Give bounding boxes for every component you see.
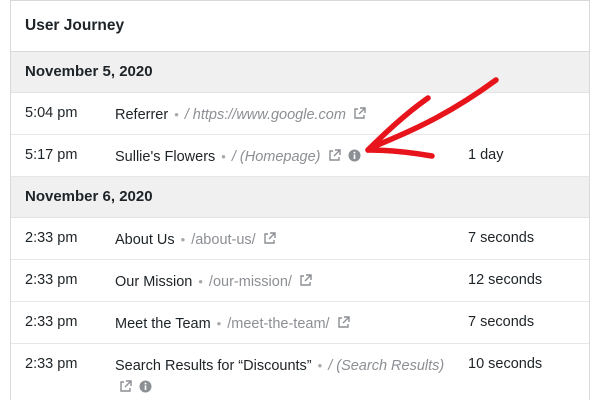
user-journey-card: User Journey November 5, 2020 5:04 pm Re…: [10, 0, 590, 400]
separator-dot: •: [221, 149, 226, 164]
page-url: / (Search Results): [328, 358, 445, 374]
external-link-icon[interactable]: [299, 274, 312, 287]
page-url: /meet-the-team/: [227, 316, 330, 332]
separator-dot: •: [174, 107, 179, 122]
visit-time: 2:33 pm: [25, 356, 78, 372]
page-url: / (Homepage): [231, 149, 321, 165]
date-header: November 5, 2020: [11, 52, 589, 93]
external-link-icon[interactable]: [328, 149, 341, 162]
info-icon[interactable]: [139, 380, 152, 393]
page-url: /our-mission/: [208, 274, 292, 290]
separator-dot: •: [180, 232, 186, 247]
time-on-page: 7 seconds: [468, 314, 535, 330]
visit-time: 2:33 pm: [25, 314, 78, 330]
external-link-icon[interactable]: [263, 232, 276, 245]
journey-row: 5:04 pm Referrer • / https://www.google.co…: [11, 93, 589, 135]
page-title: About Us: [115, 232, 175, 248]
separator-dot: •: [317, 358, 323, 373]
time-on-page: 10 seconds: [468, 356, 543, 372]
page-title: Referrer: [115, 107, 169, 123]
external-link-icon[interactable]: [119, 380, 132, 393]
page-title: Meet the Team: [115, 316, 211, 332]
page-title: Sullie's Flowers: [115, 149, 216, 165]
journey-row: 2:33 pm Our Mission • /our-mission/ 12 sec…: [11, 260, 589, 302]
visit-time: 5:17 pm: [25, 147, 78, 163]
time-on-page: 7 seconds: [468, 230, 535, 246]
visit-time: 2:33 pm: [25, 230, 78, 246]
external-link-icon[interactable]: [353, 107, 366, 120]
card-title: User Journey: [11, 0, 589, 52]
time-on-page: 1 day: [468, 147, 504, 163]
page-title: Our Mission: [115, 274, 193, 290]
journey-row: 2:33 pm About Us • /about-us/ 7 seconds: [11, 218, 589, 260]
journey-row: 5:17 pm Sullie's Flowers • / (Homepage) 1 …: [11, 135, 589, 177]
time-on-page: 12 seconds: [468, 272, 543, 288]
visit-time: 2:33 pm: [25, 272, 78, 288]
external-link-icon[interactable]: [337, 316, 350, 329]
separator-dot: •: [198, 274, 203, 289]
date-header: November 6, 2020: [11, 177, 589, 218]
journey-row: 2:33 pm Search Results for “Discounts” • /…: [11, 344, 589, 400]
journey-row: 2:33 pm Meet the Team • /meet-the-team/ 7 …: [11, 302, 589, 344]
visit-time: 5:04 pm: [25, 105, 78, 121]
page-url: /about-us/: [191, 232, 256, 248]
page-title: Search Results for “Discounts”: [115, 358, 312, 374]
separator-dot: •: [216, 316, 222, 331]
page-url: / https://www.google.com: [184, 107, 346, 123]
info-icon[interactable]: [348, 149, 361, 162]
